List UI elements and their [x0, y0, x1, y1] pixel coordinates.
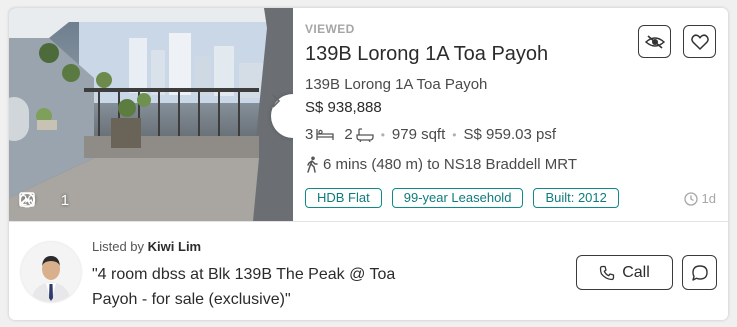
viewed-label: VIEWED: [305, 22, 355, 36]
bathroom-count: 2: [344, 126, 353, 143]
phone-icon: [599, 265, 615, 281]
mrt-distance-text: 6 mins (480 m) to NS18 Braddell MRT: [323, 156, 577, 173]
mrt-distance: 6 mins (480 m) to NS18 Braddell MRT: [305, 156, 577, 173]
separator-dot: •: [452, 127, 457, 142]
price-per-sqft: S$ 959.03 psf: [463, 126, 557, 143]
agent-section: Listed by Kiwi Lim "4 room dbss at Blk 1…: [9, 222, 728, 320]
chat-bubble-icon: [691, 264, 709, 282]
balcony-photo: [9, 8, 293, 221]
chat-button[interactable]: [682, 255, 717, 290]
listing-price: S$ 938,888: [305, 99, 382, 116]
agent-avatar[interactable]: [21, 242, 81, 302]
listing-photo[interactable]: 20 1: [9, 8, 293, 221]
tag-property-type: HDB Flat: [305, 188, 382, 208]
media-counts: 20 1: [19, 192, 74, 209]
eye-slash-icon: [644, 34, 665, 50]
listing-details: VIEWED 139B Lorong 1A Toa Payoh 139B Lor…: [305, 8, 728, 221]
tag-built-year: Built: 2012: [533, 188, 619, 208]
listing-card[interactable]: 20 1 VIEWED 139B Lorong 1A Toa Payoh 139…: [9, 8, 728, 320]
listing-specs: 3 2 • 979 sqft • S$ 959.03 psf: [305, 126, 556, 143]
separator-dot: •: [380, 127, 385, 142]
listing-title[interactable]: 139B Lorong 1A Toa Payoh: [305, 43, 548, 66]
favorite-button[interactable]: [683, 25, 716, 58]
clock-icon: [683, 191, 698, 206]
agent-description: "4 room dbss at Blk 139B The Peak @ Toa …: [92, 266, 396, 308]
previous-photo-button[interactable]: [9, 97, 29, 141]
call-button[interactable]: Call: [576, 255, 673, 290]
agent-name[interactable]: Kiwi Lim: [148, 239, 201, 254]
bath-icon: [356, 127, 374, 142]
bed-icon: [316, 128, 334, 141]
video-count: 1: [60, 192, 70, 209]
tag-tenure: 99-year Leasehold: [391, 188, 524, 208]
listing-tags: HDB Flat 99-year Leasehold Built: 2012: [305, 188, 619, 208]
hide-listing-button[interactable]: [638, 25, 671, 58]
call-label: Call: [622, 263, 650, 281]
heart-icon: [690, 33, 709, 50]
floor-area: 979 sqft: [391, 126, 446, 143]
bedroom-count: 3: [305, 126, 314, 143]
listing-address: 139B Lorong 1A Toa Payoh: [305, 76, 488, 93]
listed-by: Listed by Kiwi Lim: [92, 239, 201, 254]
listing-age: 1d: [683, 191, 716, 206]
walking-person-icon: [305, 156, 319, 173]
listed-by-prefix: Listed by: [92, 239, 145, 254]
listing-age-text: 1d: [701, 191, 716, 206]
